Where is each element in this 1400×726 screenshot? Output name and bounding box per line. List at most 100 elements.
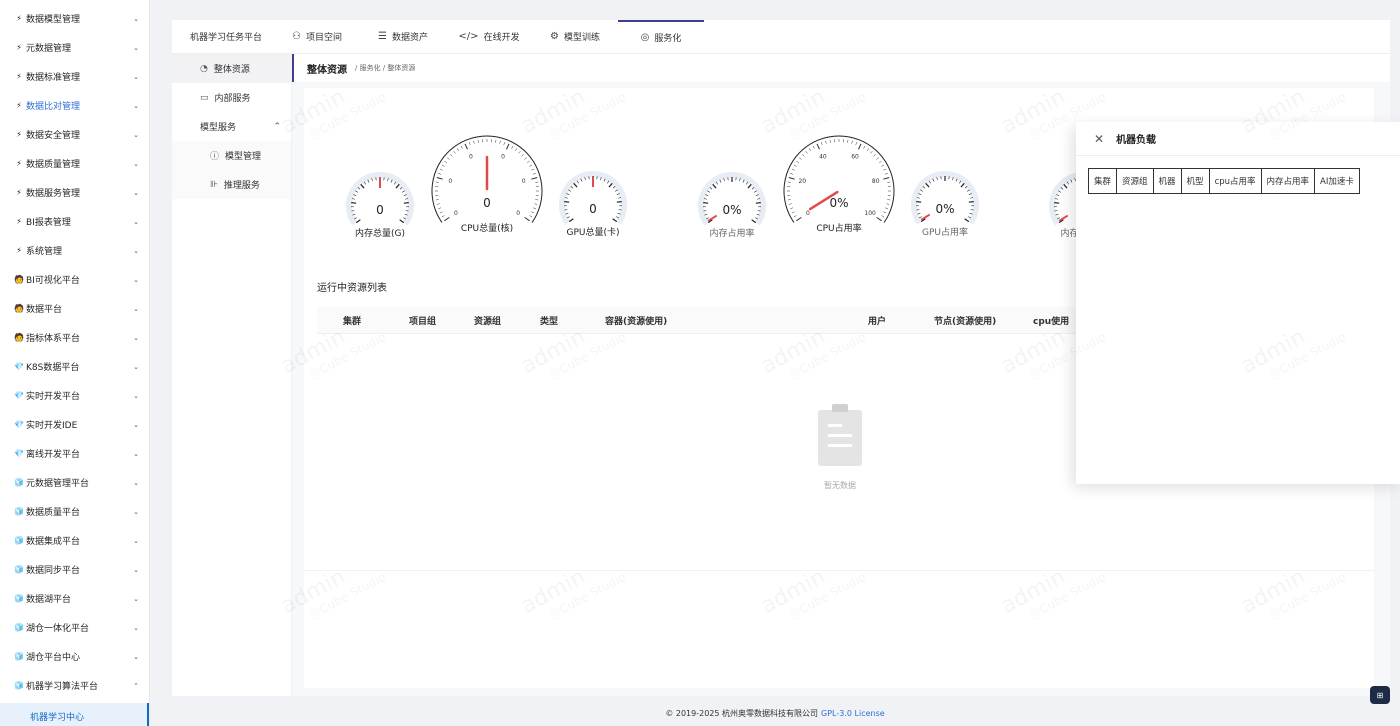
column-header: cpu占用率 — [1208, 168, 1262, 194]
menu-icon: 🧊 — [14, 652, 24, 661]
sidebar-item[interactable]: 🧊 数据湖平台 ⌄ — [0, 584, 149, 613]
column-header[interactable]: 项目组 — [409, 314, 436, 327]
tab-label: 模型训练 — [563, 33, 600, 43]
gauge-label: CPU占用率 — [816, 222, 861, 234]
gauge-tick — [712, 183, 717, 189]
gauge-tick — [444, 216, 450, 222]
column-header: 机器 — [1152, 168, 1182, 194]
sidebar-item[interactable]: ⚡ 数据质量管理 ⌄ — [0, 149, 149, 178]
tab-project-space[interactable]: ⚇ 项目空间 — [274, 20, 360, 53]
gauge-tick — [960, 182, 965, 188]
gauge-tick — [968, 201, 974, 203]
sidebar-item[interactable]: 💎 离线开发平台 ⌄ — [0, 439, 149, 468]
gauge-tick — [1054, 202, 1060, 204]
sidebar-item[interactable]: 🧊 机器学习算法平台 ⌃ — [0, 671, 149, 700]
column-header[interactable]: 节点(资源使用) — [934, 314, 996, 327]
sidebar-item[interactable]: ⚡ 数据模型管理 ⌄ — [0, 4, 149, 33]
license-link[interactable]: GPL-3.0 License — [821, 709, 885, 718]
gauge-tick — [511, 145, 514, 149]
gauge-tick — [747, 183, 752, 189]
tab-servicing[interactable]: ◎ 服务化 — [618, 20, 704, 53]
close-icon[interactable]: ✕ — [1094, 132, 1104, 146]
sidebar-item[interactable]: 🧊 湖仓一体化平台 ⌄ — [0, 613, 149, 642]
sidebar-item-label: 数据比对管理 — [26, 102, 81, 112]
sidebar-item[interactable]: ⚡ 元数据管理 ⌄ — [0, 33, 149, 62]
sidebar-item-label: K8S数据平台 — [26, 363, 80, 373]
column-header[interactable]: 容器(资源使用) — [605, 314, 667, 327]
floating-action-button[interactable]: ⊞ — [1370, 686, 1390, 704]
sidebar-item[interactable]: 🧑 指标体系平台 ⌄ — [0, 323, 149, 352]
sidebar-item[interactable]: 💎 实时开发平台 ⌄ — [0, 381, 149, 410]
tab-label: 在线开发 — [483, 33, 520, 43]
code-icon: </> — [458, 31, 479, 42]
gauge-tick — [793, 215, 797, 218]
sidebar-item[interactable]: 🧊 元数据管理平台 ⌄ — [0, 468, 149, 497]
column-header[interactable]: 资源组 — [474, 314, 501, 327]
column-header[interactable]: 集群 — [343, 314, 361, 327]
sidebar-item-label: 数据平台 — [26, 305, 63, 315]
tab-model-training[interactable]: ⚙ 模型训练 — [532, 20, 618, 53]
gauge-tick — [351, 202, 357, 204]
sidebar-item[interactable]: 🧊 数据质量平台 ⌄ — [0, 497, 149, 526]
sidebar-item[interactable]: ⚡ 数据安全管理 ⌄ — [0, 120, 149, 149]
sidebar-menu: ⚡ 数据模型管理 ⌄ ⚡ 元数据管理 ⌄ ⚡ 数据标准管理 ⌄ ⚡ 数据比对管理 ⌄ ⚡ 数据安全管理 ⌄ ⚡… — [0, 0, 149, 700]
sidebar-item[interactable]: ⚡ BI报表管理 ⌄ — [0, 207, 149, 236]
sidebar-item-label: 湖仓平台中心 — [26, 653, 81, 663]
gauge-tick — [444, 160, 448, 164]
sidebar-item[interactable]: ⚡ 数据比对管理 ⌄ — [0, 91, 149, 120]
gauge-tick — [866, 148, 870, 152]
gauge-tick — [847, 139, 849, 143]
chevron-down-icon: ⌄ — [133, 536, 139, 545]
column-header: 资源组 — [1116, 168, 1154, 194]
gauge-tick-label: 0 — [501, 154, 505, 161]
menu-icon: 🧊 — [14, 478, 24, 487]
chevron-down-icon: ⌄ — [133, 594, 139, 603]
column-header: 内存占用率 — [1260, 168, 1316, 194]
subnav-label: 模型服务 — [200, 123, 237, 133]
gauge-tick — [825, 140, 827, 144]
gauge-tick — [884, 207, 888, 210]
subnav-model-manage[interactable]: ⓘ 模型管理 — [172, 141, 291, 170]
gauge-tick — [535, 181, 539, 183]
gauge-tick — [788, 177, 795, 180]
column-header: 集群 — [1087, 168, 1118, 194]
gauge-tick-label: 40 — [819, 154, 827, 161]
gauge-tick — [564, 201, 570, 203]
sidebar-item[interactable]: ⚡ 系统管理 ⌄ — [0, 236, 149, 265]
column-header[interactable]: 用户 — [868, 314, 886, 327]
subnav-overall-resources[interactable]: ◔ 整体资源 — [172, 54, 291, 83]
subnav-model-service-group[interactable]: 模型服务 ⌃ — [172, 112, 291, 141]
chevron-down-icon: ⌄ — [133, 72, 139, 81]
sidebar-item[interactable]: 🧊 湖仓平台中心 ⌄ — [0, 642, 149, 671]
gauge-label: 内存总量(G) — [355, 227, 405, 239]
empty-clipboard-icon — [818, 404, 862, 466]
column-header[interactable]: cpu使用 — [1033, 314, 1069, 327]
sidebar-item[interactable]: 🧊 数据集成平台 ⌄ — [0, 526, 149, 555]
gauge-tick — [395, 183, 400, 189]
drawer-header: ✕ 机器负载 — [1076, 122, 1400, 156]
subnav-internal-services[interactable]: ▭ 内部服务 — [172, 83, 291, 112]
sidebar-item[interactable]: ⚡ 数据服务管理 ⌄ — [0, 178, 149, 207]
tab-data-assets[interactable]: ☰ 数据资产 — [360, 20, 446, 53]
sidebar-item-ml-center[interactable]: 机器学习中心 — [0, 703, 149, 726]
subnav-label: 模型管理 — [225, 152, 262, 162]
gauge-label: CPU总量(核) — [461, 222, 513, 234]
menu-icon: 🧑 — [14, 304, 24, 313]
training-icon: ⚙ — [550, 31, 559, 42]
machine-load-table: 集群 资源组 机器 机型 cpu占用率 内存占用率 AI加速卡 — [1087, 168, 1360, 194]
chevron-down-icon: ⌄ — [133, 391, 139, 400]
sidebar-item[interactable]: 🧊 数据同步平台 ⌄ — [0, 555, 149, 584]
tab-online-dev[interactable]: </> 在线开发 — [446, 20, 532, 53]
sidebar-item[interactable]: 💎 实时开发IDE ⌄ — [0, 410, 149, 439]
gauge-tick — [887, 181, 891, 183]
gauge-value: 0 — [589, 202, 597, 216]
sidebar-item[interactable]: 🧑 BI可视化平台 ⌄ — [0, 265, 149, 294]
column-header[interactable]: 类型 — [540, 314, 558, 327]
subnav-inference-service[interactable]: ⊪ 推理服务 — [172, 170, 291, 199]
sidebar-item-label: BI可视化平台 — [26, 276, 80, 286]
sidebar-item[interactable]: 💎 K8S数据平台 ⌄ — [0, 352, 149, 381]
sidebar-item-label: 湖仓一体化平台 — [26, 624, 90, 634]
gauge-tick — [495, 139, 497, 143]
sidebar-item[interactable]: 🧑 数据平台 ⌄ — [0, 294, 149, 323]
sidebar-item[interactable]: ⚡ 数据标准管理 ⌄ — [0, 62, 149, 91]
